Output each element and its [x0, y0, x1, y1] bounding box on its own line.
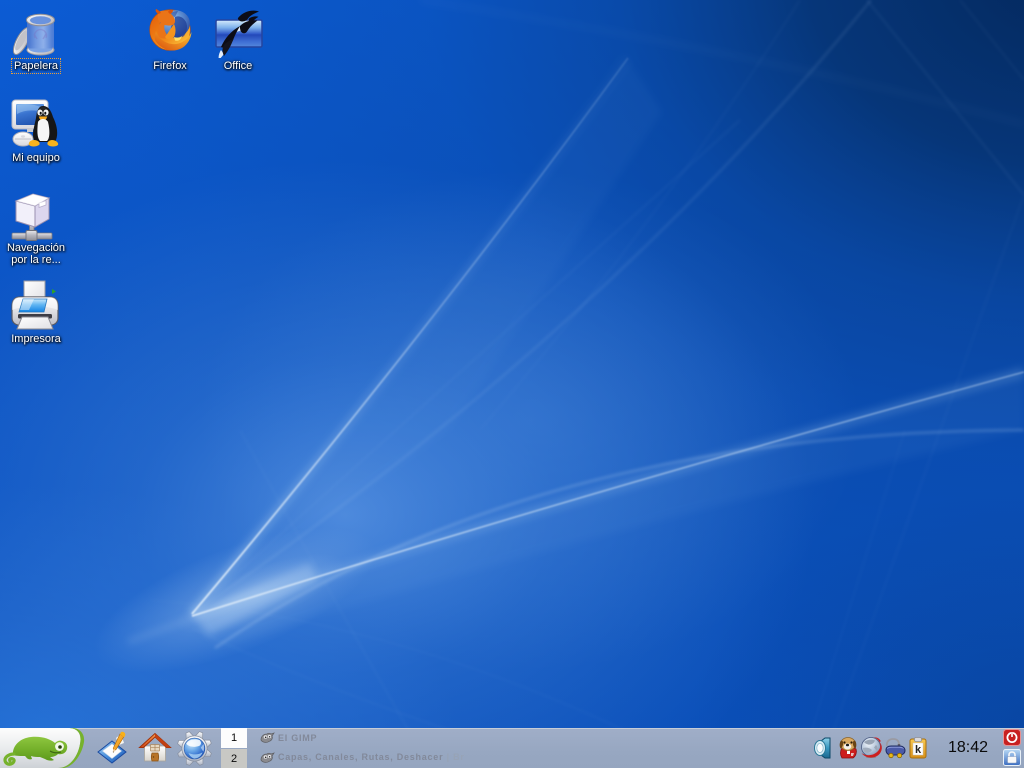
svg-text:k: k: [915, 744, 922, 756]
